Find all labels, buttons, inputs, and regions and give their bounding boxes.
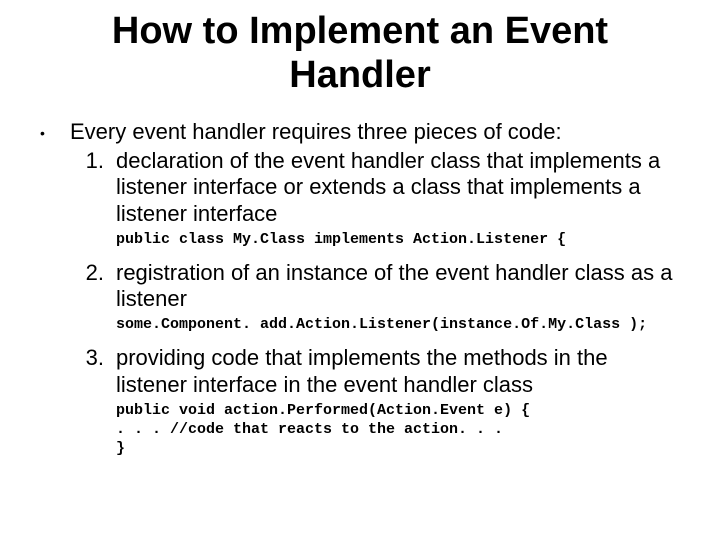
list-item: 1. declaration of the event handler clas… — [70, 148, 680, 227]
list-item: 3. providing code that implements the me… — [70, 345, 680, 398]
code-block: public void action.Performed(Action.Even… — [116, 402, 680, 458]
list-text: registration of an instance of the event… — [116, 260, 680, 313]
bullet-content: Every event handler requires three piece… — [70, 119, 680, 468]
intro-text: Every event handler requires three piece… — [70, 119, 680, 145]
list-number: 1. — [70, 148, 116, 227]
bullet-icon: • — [40, 119, 70, 468]
bullet-item: • Every event handler requires three pie… — [40, 119, 680, 468]
list-item: 2. registration of an instance of the ev… — [70, 260, 680, 313]
code-block: public class My.Class implements Action.… — [116, 231, 680, 250]
slide-body: • Every event handler requires three pie… — [40, 119, 680, 468]
code-block: some.Component. add.Action.Listener(inst… — [116, 316, 680, 335]
slide-title: How to Implement an Event Handler — [80, 10, 640, 97]
list-number: 3. — [70, 345, 116, 398]
list-text: providing code that implements the metho… — [116, 345, 680, 398]
list-number: 2. — [70, 260, 116, 313]
list-text: declaration of the event handler class t… — [116, 148, 680, 227]
slide: How to Implement an Event Handler • Ever… — [0, 0, 720, 540]
